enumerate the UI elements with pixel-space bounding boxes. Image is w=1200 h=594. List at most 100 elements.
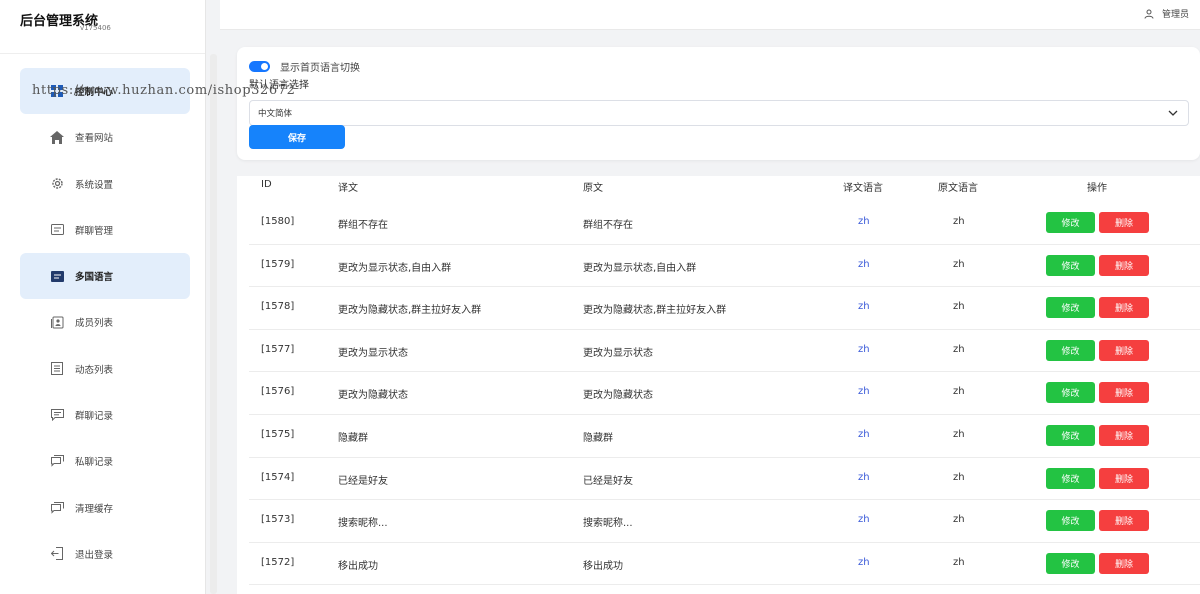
sidebar-menu: 控制中心 查看网站 系统设置 群聊管理 多国语言 成员列表 动态列表 群聊记录 私聊记录 清理缓存… xyxy=(0,54,205,577)
delete-button[interactable]: 删除 xyxy=(1099,382,1149,404)
clear-cache-icon xyxy=(50,501,64,515)
sidebar-item-label: 清理缓存 xyxy=(75,503,114,515)
top-bar: 管理员 xyxy=(220,0,1200,30)
translations-table: ID 译文 原文 译文语言 原文语言 操作 [1580] 群组不存在 群组不存在 zh… xyxy=(237,176,1200,594)
row-original: 移出成功 xyxy=(583,560,623,572)
row-original: 群组不存在 xyxy=(583,220,633,231)
group-chat-icon xyxy=(50,408,64,422)
watermark-text: https://www.huzhan.com/ishop32672 xyxy=(32,83,296,98)
language-switch-toggle[interactable] xyxy=(249,61,270,72)
sidebar-item-5[interactable]: 成员列表 xyxy=(20,299,190,345)
sidebar-item-9[interactable]: 清理缓存 xyxy=(20,485,190,531)
edit-button[interactable]: 修改 xyxy=(1046,297,1095,319)
row-original-language: zh xyxy=(953,556,965,568)
row-translation-language: zh xyxy=(858,216,870,227)
delete-button[interactable]: 删除 xyxy=(1099,510,1149,532)
edit-button[interactable]: 修改 xyxy=(1046,510,1095,532)
table-header: ID 译文 原文 译文语言 原文语言 操作 xyxy=(237,176,1200,201)
default-language-value: 中文简体 xyxy=(258,109,293,119)
table-row: [1579] 更改为显示状态,自由入群 更改为显示状态,自由入群 zh zh 修改 删除 xyxy=(249,245,1200,288)
table-row: [1573] 搜索昵称... 搜索昵称... zh zh 修改 删除 xyxy=(249,500,1200,543)
sidebar-item-8[interactable]: 私聊记录 xyxy=(20,438,190,484)
row-translation-language: zh xyxy=(858,343,870,355)
table-row: [1578] 更改为隐藏状态,群主拉好友入群 更改为隐藏状态,群主拉好友入群 zh zh… xyxy=(249,287,1200,330)
row-original: 更改为显示状态 xyxy=(583,347,653,359)
row-original-language: zh xyxy=(953,216,965,227)
edit-button[interactable]: 修改 xyxy=(1046,552,1095,574)
row-id: [1576] xyxy=(261,386,295,398)
default-language-select[interactable]: 中文简体 xyxy=(249,100,1189,126)
sidebar-item-2[interactable]: 系统设置 xyxy=(20,161,190,207)
delete-button[interactable]: 删除 xyxy=(1099,254,1149,276)
sidebar-item-4[interactable]: 多国语言 xyxy=(20,253,190,300)
edit-button[interactable]: 修改 xyxy=(1046,339,1095,361)
row-original-language: zh xyxy=(953,514,965,526)
user-icon xyxy=(1144,9,1154,19)
row-translation: 更改为隐藏状态 xyxy=(338,390,408,402)
sidebar-item-label: 退出登录 xyxy=(75,549,114,561)
row-original: 隐藏群 xyxy=(583,433,613,444)
sidebar-item-10[interactable]: 退出登录 xyxy=(20,531,190,577)
table-row: [1576] 更改为隐藏状态 更改为隐藏状态 zh zh 修改 删除 xyxy=(249,372,1200,415)
row-original-language: zh xyxy=(953,386,965,398)
save-button[interactable]: 保存 xyxy=(249,125,345,149)
row-original: 搜索昵称... xyxy=(583,518,633,530)
sidebar-item-label: 成员列表 xyxy=(75,318,114,330)
edit-button[interactable]: 修改 xyxy=(1046,425,1095,446)
row-original-language: zh xyxy=(953,343,965,355)
row-translation: 更改为隐藏状态,群主拉好友入群 xyxy=(338,305,482,317)
delete-button[interactable]: 删除 xyxy=(1099,212,1149,233)
row-id: [1578] xyxy=(261,301,295,313)
sidebar-scrollbar[interactable] xyxy=(210,54,217,594)
row-translation: 更改为显示状态,自由入群 xyxy=(338,262,452,274)
row-id: [1573] xyxy=(261,514,295,526)
row-original-language: zh xyxy=(953,429,965,440)
edit-button[interactable]: 修改 xyxy=(1046,382,1095,404)
edit-button[interactable]: 修改 xyxy=(1046,254,1095,276)
table-row: [1572] 移出成功 移出成功 zh zh 修改 删除 xyxy=(249,543,1200,586)
row-original-language: zh xyxy=(953,258,965,270)
row-original: 已经是好友 xyxy=(583,475,633,487)
row-translation-language: zh xyxy=(858,429,870,440)
row-id: [1579] xyxy=(261,258,295,270)
sidebar-item-7[interactable]: 群聊记录 xyxy=(20,392,190,438)
row-translation-language: zh xyxy=(858,258,870,270)
list-icon xyxy=(50,223,64,237)
sidebar-item-label: 群聊管理 xyxy=(75,225,114,237)
row-id: [1572] xyxy=(261,556,295,568)
row-original-language: zh xyxy=(953,301,965,313)
sidebar-item-label: 群聊记录 xyxy=(75,411,114,423)
header-actions: 操作 xyxy=(1087,183,1107,194)
table-row: [1574] 已经是好友 已经是好友 zh zh 修改 删除 xyxy=(249,458,1200,501)
table-row: [1575] 隐藏群 隐藏群 zh zh 修改 删除 xyxy=(249,415,1200,458)
delete-button[interactable]: 删除 xyxy=(1099,297,1149,319)
language-settings-card: 显示首页语言切换 默认语言选择 中文简体 保存 xyxy=(237,47,1200,160)
row-original-language: zh xyxy=(953,471,965,483)
home-icon xyxy=(50,130,64,144)
header-translation-language: 译文语言 xyxy=(843,183,883,194)
logout-icon xyxy=(50,547,64,561)
edit-button[interactable]: 修改 xyxy=(1046,467,1095,489)
row-id: [1574] xyxy=(261,471,295,483)
sidebar-item-label: 动态列表 xyxy=(75,364,114,376)
header-translation: 译文 xyxy=(338,183,358,194)
sidebar-item-6[interactable]: 动态列表 xyxy=(20,346,190,392)
sidebar-item-1[interactable]: 查看网站 xyxy=(20,114,190,160)
delete-button[interactable]: 删除 xyxy=(1099,467,1149,489)
private-chat-icon xyxy=(50,454,64,468)
row-id: [1575] xyxy=(261,429,295,440)
delete-button[interactable]: 删除 xyxy=(1099,552,1149,574)
sidebar-item-3[interactable]: 群聊管理 xyxy=(20,207,190,253)
language-switch-label: 显示首页语言切换 xyxy=(280,63,360,74)
row-translation: 隐藏群 xyxy=(338,433,368,444)
delete-button[interactable]: 删除 xyxy=(1099,339,1149,361)
user-menu[interactable]: 管理员 xyxy=(1144,7,1189,20)
brand: 后台管理系统 v175406 xyxy=(0,0,205,54)
header-original-language: 原文语言 xyxy=(938,183,978,194)
edit-button[interactable]: 修改 xyxy=(1046,212,1095,233)
members-icon xyxy=(50,315,64,329)
delete-button[interactable]: 删除 xyxy=(1099,425,1149,446)
header-original: 原文 xyxy=(583,183,603,194)
row-original: 更改为显示状态,自由入群 xyxy=(583,262,697,274)
sidebar-item-label: 多国语言 xyxy=(75,272,114,284)
